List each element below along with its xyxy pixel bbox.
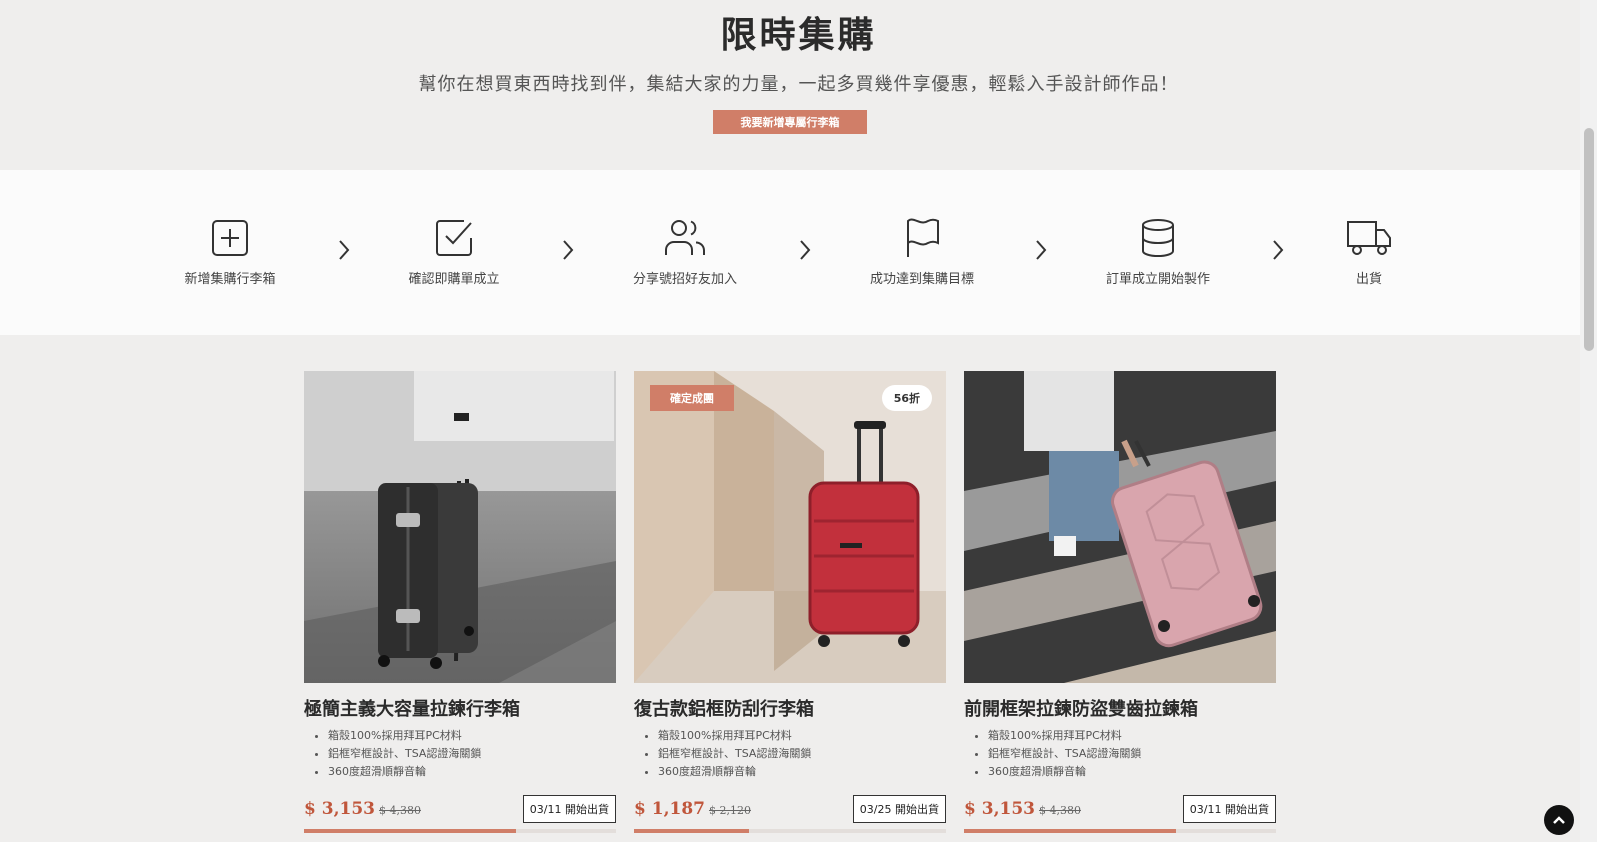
step-goal: 成功達到集購目標 (842, 218, 1002, 287)
price-row: $ 3,153 $ 4,380 03/11 開始出貨 (964, 795, 1276, 823)
product-card[interactable]: 前開框架拉鍊防盜雙齒拉鍊箱 箱殼100%採用拜耳PC材料 鋁框窄框設計、TSA認… (964, 371, 1276, 833)
progress-bar (634, 829, 946, 833)
scrollbar[interactable] (1580, 0, 1597, 842)
chevron-right-icon (563, 240, 574, 260)
progress-bar (964, 829, 1276, 833)
luggage-photo (964, 371, 1276, 683)
feature-item: 箱殼100%採用拜耳PC材料 (328, 727, 616, 745)
chevron-right-icon (339, 240, 350, 260)
product-title[interactable]: 復古款鋁框防刮行李箱 (634, 695, 946, 721)
step-label: 成功達到集購目標 (869, 272, 974, 287)
progress-bar (304, 829, 616, 833)
step-label: 新增集購行李箱 (184, 272, 276, 287)
step-produce: 訂單成立開始製作 (1078, 218, 1238, 287)
check-square-icon (436, 220, 472, 256)
feature-item: 鋁框窄框設計、TSA認證海關鎖 (328, 745, 616, 763)
step-label: 確認即購單成立 (408, 272, 500, 287)
price: $ 3,153 $ 4,380 (304, 799, 421, 819)
feature-item: 箱殼100%採用拜耳PC材料 (658, 727, 946, 745)
step-label: 出貨 (1355, 272, 1382, 287)
product-image[interactable]: 確定成團 56折 (634, 371, 946, 683)
original-price: $ 4,380 (1038, 804, 1081, 817)
current-price: $ 3,153 (964, 799, 1035, 819)
feature-item: 360度超滑順靜音輪 (658, 763, 946, 781)
price: $ 1,187 $ 2,120 (634, 799, 751, 819)
scrollbar-thumb[interactable] (1584, 128, 1594, 351)
chevron-right-icon (1273, 240, 1284, 260)
add-luggage-button[interactable]: 我要新增專屬行李箱 (713, 110, 867, 134)
back-to-top-button[interactable] (1544, 805, 1574, 835)
page-title: 限時集購 (720, 15, 877, 56)
feature-item: 鋁框窄框設計、TSA認證海關鎖 (988, 745, 1276, 763)
hero-section: 限時集購 幫你在想買東西時找到伴，集結大家的力量，一起多買幾件享優惠，輕鬆入手設… (0, 0, 1597, 170)
luggage-photo (634, 371, 946, 683)
progress-fill (634, 829, 750, 833)
database-icon (1142, 219, 1174, 258)
flag-icon (907, 218, 939, 257)
feature-list: 箱殼100%採用拜耳PC材料 鋁框窄框設計、TSA認證海關鎖 360度超滑順靜音… (634, 727, 946, 781)
feature-list: 箱殼100%採用拜耳PC材料 鋁框窄框設計、TSA認證海關鎖 360度超滑順靜音… (304, 727, 616, 781)
step-ship: 出貨 (1289, 218, 1449, 287)
product-image[interactable] (964, 371, 1276, 683)
product-title[interactable]: 極簡主義大容量拉鍊行李箱 (304, 695, 616, 721)
step-label: 訂單成立開始製作 (1105, 272, 1210, 287)
product-image[interactable] (304, 371, 616, 683)
step-add: 新增集購行李箱 (150, 218, 310, 287)
feature-item: 鋁框窄框設計、TSA認證海關鎖 (658, 745, 946, 763)
ship-date-badge: 03/11 開始出貨 (522, 795, 616, 823)
original-price: $ 2,120 (708, 804, 751, 817)
step-confirm: 確認即購單成立 (374, 218, 534, 287)
process-steps: 新增集購行李箱 確認即購單成立 分享號招好友加入 成功達到集購目標 訂單成立開始… (0, 170, 1580, 335)
current-price: $ 3,153 (304, 799, 375, 819)
original-price: $ 4,380 (378, 804, 421, 817)
feature-item: 箱殼100%採用拜耳PC材料 (988, 727, 1276, 745)
progress-fill (304, 829, 517, 833)
feature-list: 箱殼100%採用拜耳PC材料 鋁框窄框設計、TSA認證海關鎖 360度超滑順靜音… (964, 727, 1276, 781)
truck-icon (1347, 221, 1391, 255)
step-share: 分享號招好友加入 (605, 218, 765, 287)
luggage-photo (304, 371, 616, 683)
progress-fill (964, 829, 1177, 833)
chevron-right-icon (800, 240, 811, 260)
price: $ 3,153 $ 4,380 (964, 799, 1081, 819)
feature-item: 360度超滑順靜音輪 (988, 763, 1276, 781)
price-row: $ 1,187 $ 2,120 03/25 開始出貨 (634, 795, 946, 823)
product-card[interactable]: 確定成團 56折 復古款鋁框防刮行李箱 箱殼100%採用拜耳PC材料 鋁框窄框設… (634, 371, 946, 833)
feature-item: 360度超滑順靜音輪 (328, 763, 616, 781)
status-badge: 確定成團 (650, 385, 734, 411)
chevron-up-icon (1553, 816, 1565, 824)
plus-square-icon (212, 220, 248, 256)
discount-badge: 56折 (881, 385, 932, 411)
step-label: 分享號招好友加入 (632, 272, 737, 287)
product-card[interactable]: 極簡主義大容量拉鍊行李箱 箱殼100%採用拜耳PC材料 鋁框窄框設計、TSA認證… (304, 371, 616, 833)
ship-date-badge: 03/11 開始出貨 (1182, 795, 1276, 823)
product-title[interactable]: 前開框架拉鍊防盜雙齒拉鍊箱 (964, 695, 1276, 721)
current-price: $ 1,187 (634, 799, 705, 819)
price-row: $ 3,153 $ 4,380 03/11 開始出貨 (304, 795, 616, 823)
hero-subtitle: 幫你在想買東西時找到伴，集結大家的力量，一起多買幾件享優惠，輕鬆入手設計師作品！ (418, 74, 1179, 95)
ship-date-badge: 03/25 開始出貨 (852, 795, 946, 823)
chevron-right-icon (1036, 240, 1047, 260)
users-icon (665, 220, 705, 255)
